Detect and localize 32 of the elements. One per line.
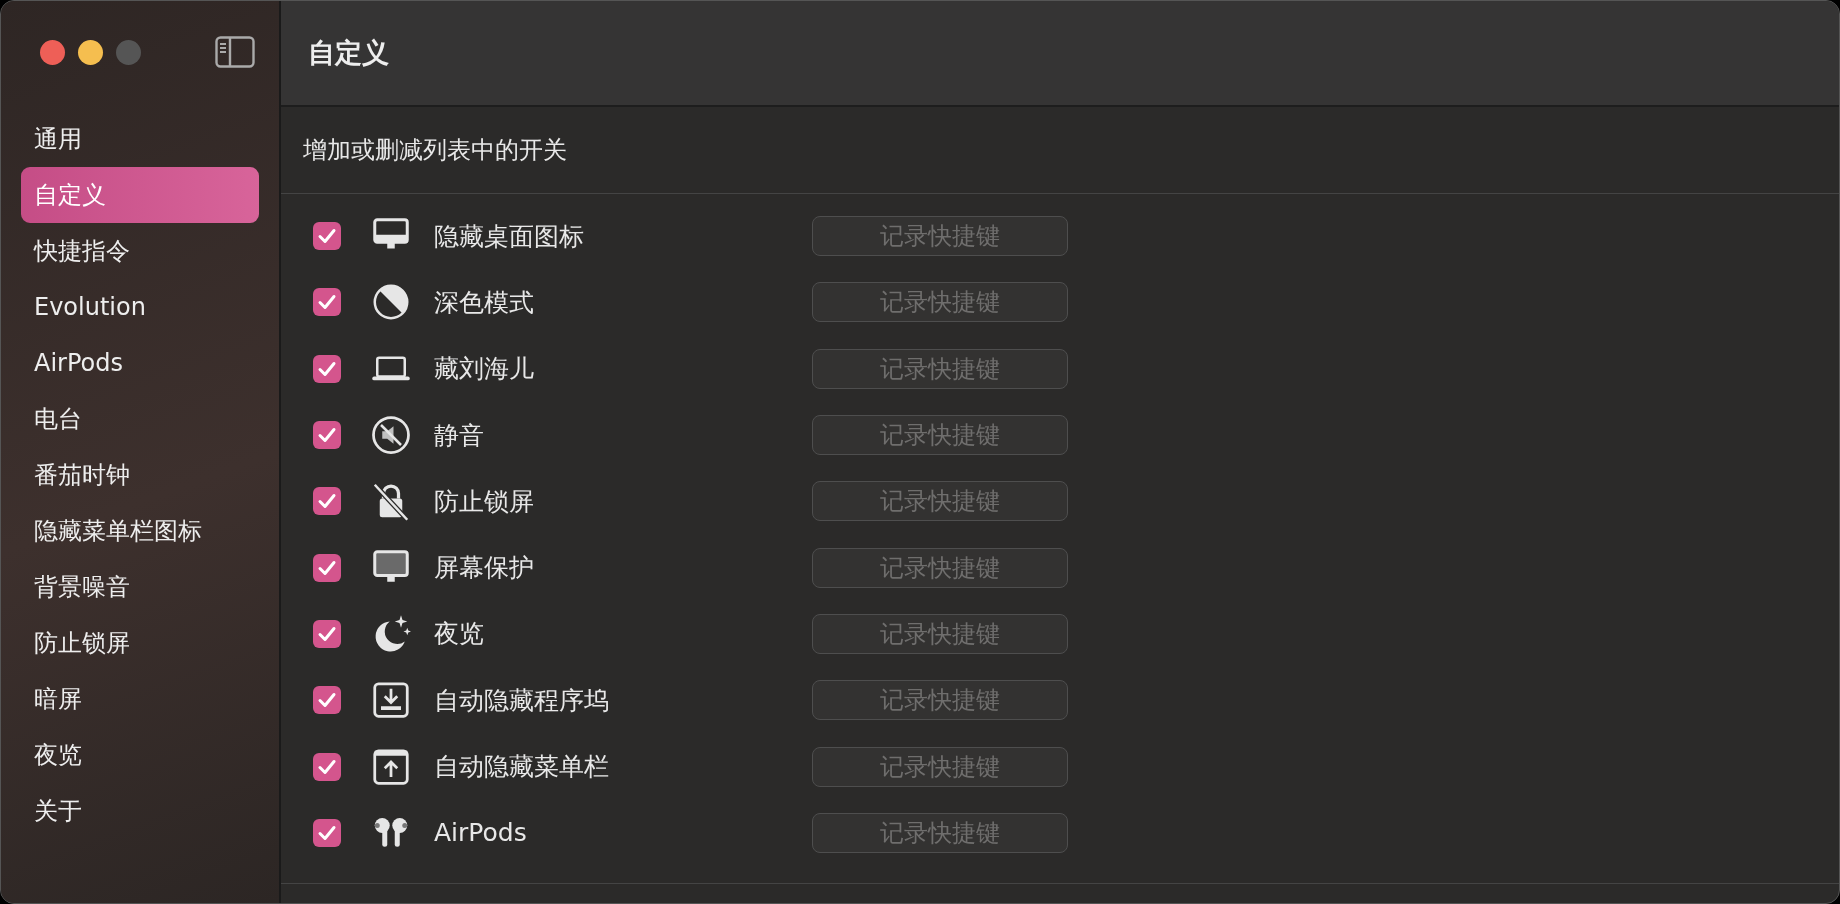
section-description: 增加或删减列表中的开关 <box>303 135 567 166</box>
muted-speaker-icon <box>371 415 411 456</box>
sidebar-item[interactable]: 电台 <box>21 391 259 447</box>
sidebar-item[interactable]: 夜览 <box>21 727 259 783</box>
upload-tray-icon <box>371 746 411 787</box>
sidebar-item[interactable]: 快捷指令 <box>21 223 259 279</box>
window-title: 自定义 <box>308 36 389 70</box>
switch-label: 屏幕保护 <box>434 552 535 585</box>
sidebar-item[interactable]: 自定义 <box>21 167 259 223</box>
sidebar-item[interactable]: 番茄时钟 <box>21 447 259 503</box>
switch-label: 自动隐藏程序坞 <box>434 684 610 717</box>
lock-slash-icon <box>371 481 411 522</box>
sidebar-item[interactable]: AirPods <box>21 335 259 391</box>
switch-label: AirPods <box>434 818 528 848</box>
sidebar-item[interactable]: 防止锁屏 <box>21 615 259 671</box>
minimize-button[interactable] <box>78 39 103 65</box>
sidebar-item[interactable]: 背景噪音 <box>21 559 259 615</box>
sidebar-item[interactable]: 关于 <box>21 783 259 839</box>
switch-label: 隐藏桌面图标 <box>434 220 585 253</box>
download-tray-icon <box>371 680 411 721</box>
switch-label: 深色模式 <box>434 286 535 319</box>
sidebar-item[interactable]: 通用 <box>21 111 259 167</box>
sidebar-item[interactable]: 隐藏菜单栏图标 <box>21 503 259 559</box>
switch-label: 自动隐藏菜单栏 <box>434 751 610 783</box>
sidebar-item[interactable]: 暗屏 <box>21 671 259 727</box>
close-button[interactable] <box>40 39 65 65</box>
switch-label: 静音 <box>434 419 485 452</box>
switch-label: 防止锁屏 <box>434 485 535 518</box>
sidebar-item[interactable]: Evolution <box>21 279 259 335</box>
switch-label: 夜览 <box>434 618 485 651</box>
sidebar-toggle-icon[interactable] <box>215 36 255 68</box>
switch-label: 藏刘海儿 <box>434 353 535 386</box>
